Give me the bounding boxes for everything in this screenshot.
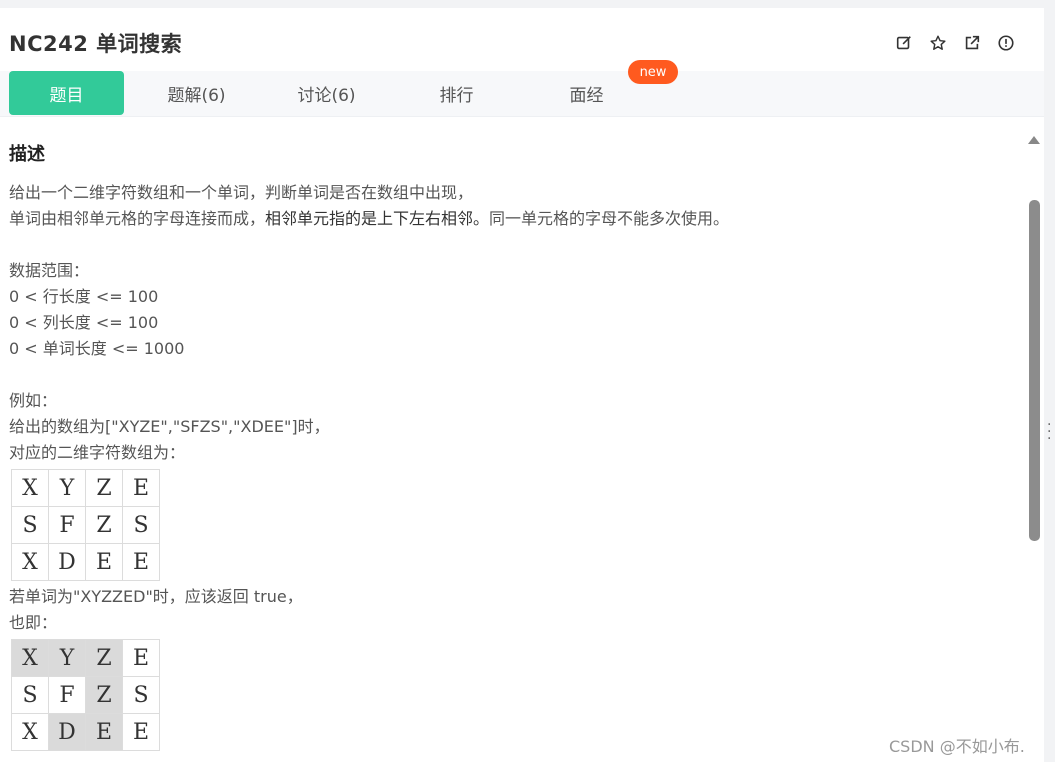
example-line-1: 给出的数组为["XYZE","SFZS","XDEE"]时，	[9, 417, 330, 436]
grid-cell: F	[48, 506, 86, 544]
example-line-2: 对应的二维字符数组为：	[9, 443, 186, 462]
tab-ranking[interactable]: 排行	[399, 71, 514, 115]
grid-row: X Y Z E	[11, 639, 160, 677]
example-title: 例如：	[9, 391, 58, 410]
tab-discussion[interactable]: 讨论(6)	[269, 71, 384, 115]
range-line-1: 0 < 行长度 <= 100	[9, 287, 159, 306]
grid-cell: Z	[85, 506, 123, 544]
problem-title: NC242 单词搜索	[9, 32, 183, 56]
tab-interview[interactable]: 面经	[529, 71, 644, 115]
scrollbar-thumb[interactable]	[1029, 200, 1040, 541]
tab-problem[interactable]: 题目	[9, 71, 124, 115]
grid-row: S F Z S	[11, 506, 160, 544]
description-heading: 描述	[9, 144, 45, 165]
grid-row: S F Z S	[11, 676, 160, 714]
answer-line-1: 若单词为"XYZZED"时，应该返回 true，	[9, 587, 303, 606]
grid-cell: D	[48, 713, 86, 751]
grid-cell: S	[122, 506, 160, 544]
grid-cell: Y	[48, 469, 86, 507]
grid-cell: E	[122, 713, 160, 751]
range-title: 数据范围：	[9, 261, 90, 280]
intro-part-b: 相邻单元指的是上下左右相邻。	[265, 209, 490, 228]
range-line-3: 0 < 单词长度 <= 1000	[9, 339, 185, 358]
grid-cell: S	[11, 506, 49, 544]
info-icon[interactable]	[996, 33, 1016, 53]
intro-line-2: 单词由相邻单元格的字母连接而成，相邻单元指的是上下左右相邻。同一单元格的字母不能…	[9, 206, 1019, 232]
intro-part-c: 同一单元格的字母不能多次使用。	[489, 209, 730, 228]
intro-part-a: 单词由相邻单元格的字母连接而成，	[9, 209, 266, 228]
watermark: CSDN @不如小布.	[889, 737, 1025, 756]
edit-icon[interactable]	[894, 33, 914, 53]
grid-cell: D	[48, 543, 86, 581]
intro-line-1: 给出一个二维字符数组和一个单词，判断单词是否在数组中出现，	[9, 183, 474, 202]
grid-cell: E	[85, 543, 123, 581]
grid-row: X Y Z E	[11, 469, 160, 507]
grid-cell: E	[122, 543, 160, 581]
grid-cell: X	[11, 543, 49, 581]
grid-cell: Z	[85, 676, 123, 714]
answer-line-2: 也即：	[9, 613, 58, 632]
grid-cell: X	[11, 469, 49, 507]
grid-cell: S	[122, 676, 160, 714]
grid-cell: Z	[85, 639, 123, 677]
char-grid: X Y Z E S F Z S X D E E	[11, 469, 160, 581]
tab-bar: 题目 题解(6) 讨论(6) 排行 面经	[0, 71, 1044, 117]
external-link-icon[interactable]	[962, 33, 982, 53]
problem-header: NC242 单词搜索	[0, 8, 1044, 71]
problem-panel: NC242 单词搜索 题目 题解(6) 讨论(6) 排行 面经 new 描述 给…	[0, 8, 1044, 762]
grid-cell: X	[11, 713, 49, 751]
grid-row: X D E E	[11, 543, 160, 581]
grid-row: X D E E	[11, 713, 160, 751]
grid-cell: S	[11, 676, 49, 714]
new-badge: new	[628, 60, 678, 84]
grid-cell: E	[122, 469, 160, 507]
grid-cell: E	[122, 639, 160, 677]
resize-handle-icon[interactable]: · · ·	[1047, 418, 1051, 446]
grid-cell: F	[48, 676, 86, 714]
tab-solutions[interactable]: 题解(6)	[139, 71, 254, 115]
scroll-up-arrow-icon[interactable]	[1028, 136, 1040, 144]
highlighted-grid: X Y Z E S F Z S X D E E	[11, 639, 160, 751]
header-actions	[894, 33, 1016, 53]
problem-description: 描述 给出一个二维字符数组和一个单词，判断单词是否在数组中出现， 单词由相邻单元…	[9, 143, 1019, 754]
grid-cell: X	[11, 639, 49, 677]
range-line-2: 0 < 列长度 <= 100	[9, 313, 159, 332]
grid-cell: Y	[48, 639, 86, 677]
star-icon[interactable]	[928, 33, 948, 53]
grid-cell: Z	[85, 469, 123, 507]
grid-cell: E	[85, 713, 123, 751]
